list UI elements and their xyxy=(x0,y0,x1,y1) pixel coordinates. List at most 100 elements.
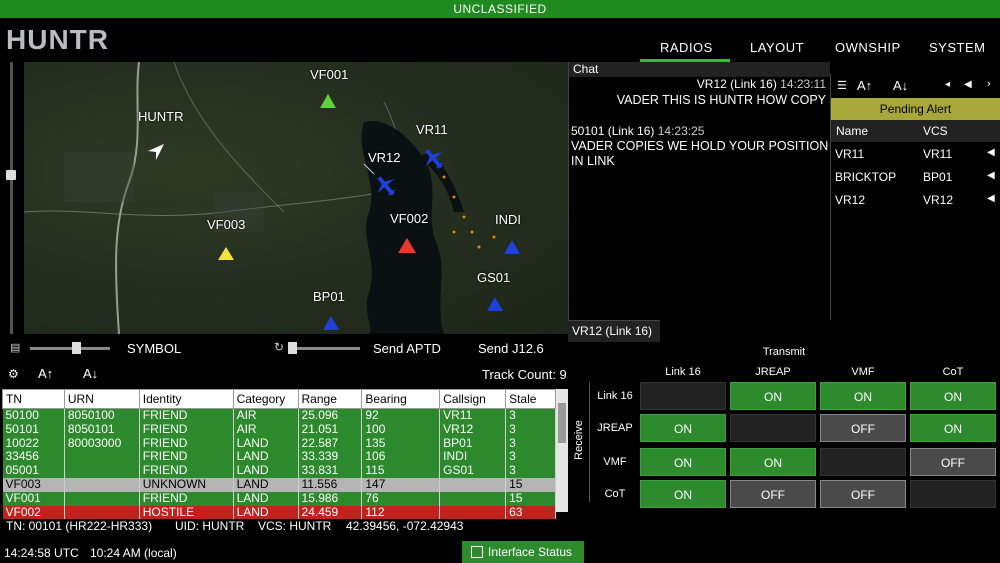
col-callsign[interactable]: Callsign xyxy=(439,389,507,409)
track-cell-identity: FRIEND xyxy=(139,463,234,478)
equalizer-icon[interactable]: ☰ xyxy=(837,79,847,92)
col-identity[interactable]: Identity xyxy=(138,389,234,409)
tab-system[interactable]: SYSTEM xyxy=(929,40,985,55)
map-label-bp01: BP01 xyxy=(313,289,345,304)
transmit-toggle[interactable]: ON xyxy=(910,382,996,410)
rotate-icon[interactable]: ↻ xyxy=(274,340,284,354)
alerts-font-decrease-icon[interactable]: A↓ xyxy=(893,78,908,93)
track-table-scrollbar[interactable] xyxy=(556,389,568,512)
track-cell-range: 11.556 xyxy=(298,477,363,492)
track-cell-tn: 50100 xyxy=(2,408,65,423)
symbol-size-slider[interactable] xyxy=(30,342,110,354)
track-cell-range: 22.587 xyxy=(298,436,363,451)
alert-row[interactable]: VR12 VR12 ◀ xyxy=(831,188,1000,211)
vf003-marker xyxy=(218,247,234,260)
track-cell-identity: FRIEND xyxy=(139,422,234,437)
track-table-body: 50100 8050100 FRIEND AIR 25.096 92 VR11 3 50101 8… xyxy=(2,408,556,520)
track-cell-bearing: 106 xyxy=(361,450,441,465)
alerts-col-vcs[interactable]: VCS xyxy=(923,124,948,138)
interface-status-indicator xyxy=(471,546,483,558)
transmit-toggle[interactable]: OFF xyxy=(910,448,996,476)
transmit-toggle[interactable]: OFF xyxy=(730,480,816,508)
zoom-slider-track[interactable] xyxy=(10,62,13,334)
gs01-marker xyxy=(487,297,503,311)
table-row[interactable]: 33456 FRIEND LAND 33.339 106 INDI 3 xyxy=(2,450,556,465)
alert-row[interactable]: BRICKTOP BP01 ◀ xyxy=(831,165,1000,188)
receive-row-header: Link 16 xyxy=(597,390,633,402)
transmit-toggle[interactable]: ON xyxy=(730,448,816,476)
table-row[interactable]: 50100 8050100 FRIEND AIR 25.096 92 VR11 3 xyxy=(2,408,556,423)
transmit-toggle[interactable]: ON xyxy=(640,448,726,476)
col-urn[interactable]: URN xyxy=(63,389,140,409)
settings-icon[interactable]: ⚙ xyxy=(8,367,19,381)
transmit-toggle[interactable]: ON xyxy=(640,414,726,442)
alert-row-vcs: BP01 xyxy=(923,170,953,184)
zoom-slider-handle[interactable] xyxy=(6,170,16,180)
alert-row-vcs: VR12 xyxy=(923,193,954,207)
tab-vr12-link16[interactable]: VR12 (Link 16) xyxy=(568,320,660,342)
track-cell-range: 25.096 xyxy=(298,408,363,423)
track-cell-callsign xyxy=(439,491,507,506)
track-table-scrollbar-thumb[interactable] xyxy=(558,403,566,443)
volume-low-icon[interactable]: ◂ xyxy=(945,79,950,90)
transmit-cell-disabled xyxy=(640,382,726,410)
tab-radios[interactable]: RADIOS xyxy=(660,40,713,55)
track-cell-callsign: VR12 xyxy=(439,422,507,437)
status-utc: 14:24:58 UTC xyxy=(4,546,79,560)
volume-high-icon[interactable]: ◀ xyxy=(964,79,972,90)
tab-layout[interactable]: LAYOUT xyxy=(750,40,804,55)
transmit-col-header: JREAP xyxy=(755,366,791,378)
col-category[interactable]: Category xyxy=(232,389,299,409)
track-cell-urn: 80003000 xyxy=(64,436,140,451)
transmit-toggle[interactable]: OFF xyxy=(820,414,906,442)
font-increase-icon[interactable]: A↑ xyxy=(38,366,53,381)
pending-alert-banner[interactable]: Pending Alert xyxy=(831,98,1000,120)
col-range[interactable]: Range xyxy=(297,389,363,409)
tab-ownship[interactable]: OWNSHIP xyxy=(835,40,901,55)
alert-row[interactable]: VR11 VR11 ◀ xyxy=(831,142,1000,165)
rotation-slider[interactable] xyxy=(288,342,360,354)
font-decrease-icon[interactable]: A↓ xyxy=(83,366,98,381)
track-table-header: TN URN Identity Category Range Bearing C… xyxy=(2,389,556,409)
transmit-toggle[interactable]: ON xyxy=(820,382,906,410)
transmit-toggle[interactable]: OFF xyxy=(820,480,906,508)
tactical-map[interactable]: VF001 HUNTR VR11 VR12 VF002 VF003 INDI G… xyxy=(24,62,568,334)
rotation-slider-handle[interactable] xyxy=(288,342,297,354)
indi-marker xyxy=(504,240,520,254)
alert-row-name: BRICKTOP xyxy=(835,170,897,184)
transmit-toggle[interactable]: ON xyxy=(910,414,996,442)
track-cell-identity: FRIEND xyxy=(139,491,234,506)
chevron-right-icon[interactable]: › xyxy=(987,78,991,90)
speaker-icon[interactable]: ◀ xyxy=(987,147,995,158)
alert-row-vcs: VR11 xyxy=(923,147,953,161)
track-cell-stale: 15 xyxy=(505,491,556,506)
table-row[interactable]: 10022 80003000 FRIEND LAND 22.587 135 BP01 3 xyxy=(2,436,556,451)
table-row[interactable]: 50101 8050101 FRIEND AIR 21.051 100 VR12 3 xyxy=(2,422,556,437)
alerts-table-header: Name VCS xyxy=(831,120,1000,142)
map-terrain xyxy=(24,62,520,334)
track-cell-urn: 8050100 xyxy=(64,408,140,423)
status-coords: 42.39456, -072.42943 xyxy=(346,519,464,533)
transmit-col-header: VMF xyxy=(851,366,875,378)
transmit-toggle[interactable]: ON xyxy=(730,382,816,410)
chat-title: Chat xyxy=(569,62,830,77)
alerts-col-name[interactable]: Name xyxy=(836,124,868,138)
alerts-font-increase-icon[interactable]: A↑ xyxy=(857,78,872,93)
send-aptd-button[interactable]: Send APTD xyxy=(373,341,441,356)
map-layers-icon[interactable]: ▤ xyxy=(10,341,20,354)
transmit-toggle[interactable]: ON xyxy=(640,480,726,508)
send-j12-button[interactable]: Send J12.6 xyxy=(478,341,544,356)
table-row[interactable]: 05001 FRIEND LAND 33.831 115 GS01 3 xyxy=(2,463,556,478)
interface-status-button[interactable]: Interface Status xyxy=(462,541,584,563)
table-row[interactable]: VF003 UNKNOWN LAND 11.556 147 15 xyxy=(2,477,556,492)
table-row[interactable]: VF001 FRIEND LAND 15.986 76 15 xyxy=(2,491,556,506)
speaker-icon[interactable]: ◀ xyxy=(987,170,995,181)
track-cell-stale: 3 xyxy=(505,422,556,437)
col-bearing[interactable]: Bearing xyxy=(361,389,441,409)
col-stale[interactable]: Stale xyxy=(505,389,556,409)
track-cell-category: LAND xyxy=(233,491,299,506)
chat-message-1-time: 14:23:11 xyxy=(780,77,826,91)
symbol-size-slider-handle[interactable] xyxy=(72,342,81,354)
col-tn[interactable]: TN xyxy=(2,389,65,409)
speaker-icon[interactable]: ◀ xyxy=(987,193,995,204)
